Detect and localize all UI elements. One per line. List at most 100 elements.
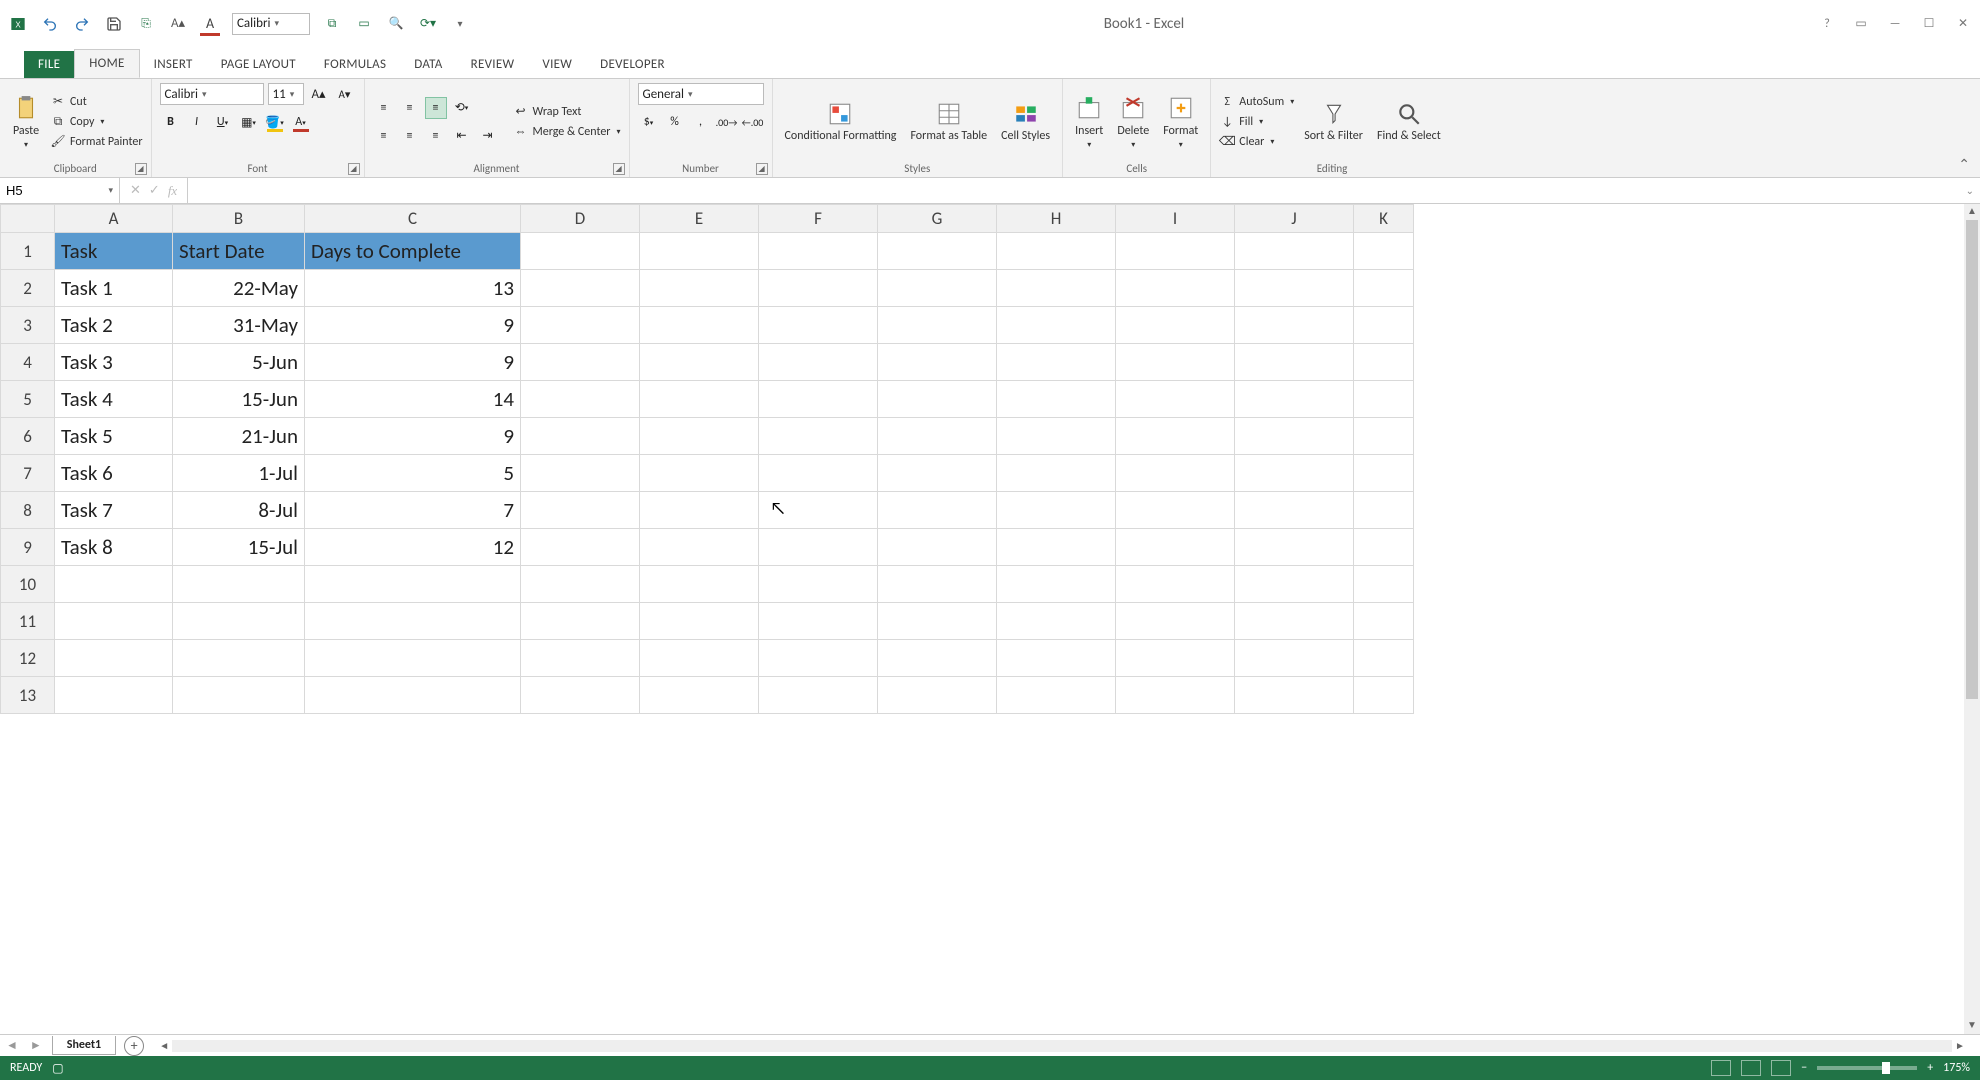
cell-I12[interactable]: [1116, 640, 1235, 677]
cell-D13[interactable]: [521, 677, 640, 714]
cell-G6[interactable]: [878, 418, 997, 455]
cell-I10[interactable]: [1116, 566, 1235, 603]
cell-D12[interactable]: [521, 640, 640, 677]
cell-F9[interactable]: [759, 529, 878, 566]
cell-F11[interactable]: [759, 603, 878, 640]
cell-H12[interactable]: [997, 640, 1116, 677]
maximize-icon[interactable]: ☐: [1920, 15, 1938, 33]
expand-formula-bar-icon[interactable]: ⌄: [1966, 184, 1974, 197]
alignment-dialog-launcher[interactable]: ◢: [613, 163, 625, 175]
row-header-12[interactable]: 12: [1, 640, 55, 677]
col-header-B[interactable]: B: [173, 205, 305, 233]
cell-F7[interactable]: [759, 455, 878, 492]
row-header-5[interactable]: 5: [1, 381, 55, 418]
accounting-format-button[interactable]: $▾: [638, 111, 660, 133]
cell-E1[interactable]: [640, 233, 759, 270]
sort-filter-button[interactable]: Sort & Filter: [1300, 98, 1367, 145]
cell-H1[interactable]: [997, 233, 1116, 270]
cell-K2[interactable]: [1354, 270, 1414, 307]
decrease-decimal-button[interactable]: ←.00: [742, 111, 764, 133]
col-header-K[interactable]: K: [1354, 205, 1414, 233]
percent-format-button[interactable]: %: [664, 111, 686, 133]
sheet-nav-next[interactable]: ►: [24, 1038, 48, 1053]
cell-J11[interactable]: [1235, 603, 1354, 640]
cell-G13[interactable]: [878, 677, 997, 714]
zoom-out-button[interactable]: −: [1801, 1061, 1807, 1075]
page-break-view-button[interactable]: [1771, 1060, 1791, 1076]
close-icon[interactable]: ✕: [1954, 15, 1972, 33]
insert-cells-button[interactable]: Insert▾: [1071, 92, 1107, 152]
cell-J5[interactable]: [1235, 381, 1354, 418]
cell-D5[interactable]: [521, 381, 640, 418]
cell-E6[interactable]: [640, 418, 759, 455]
conditional-formatting-button[interactable]: Conditional Formatting: [781, 98, 901, 145]
cell-E13[interactable]: [640, 677, 759, 714]
cell-J7[interactable]: [1235, 455, 1354, 492]
name-box-dropdown-icon[interactable]: ▾: [108, 185, 113, 196]
cell-A13[interactable]: [55, 677, 173, 714]
tab-view[interactable]: VIEW: [528, 51, 586, 78]
sheet-tab-1[interactable]: Sheet1: [52, 1036, 116, 1055]
font-color-icon[interactable]: A: [200, 14, 220, 34]
row-header-9[interactable]: 9: [1, 529, 55, 566]
underline-button[interactable]: U▾: [212, 111, 234, 133]
border-button[interactable]: ▦▾: [238, 111, 260, 133]
cell-I1[interactable]: [1116, 233, 1235, 270]
cell-J2[interactable]: [1235, 270, 1354, 307]
help-icon[interactable]: ?: [1818, 15, 1836, 33]
cell-E11[interactable]: [640, 603, 759, 640]
cell-E12[interactable]: [640, 640, 759, 677]
col-header-H[interactable]: H: [997, 205, 1116, 233]
cell-B4[interactable]: 5-Jun: [173, 344, 305, 381]
col-header-G[interactable]: G: [878, 205, 997, 233]
font-color-button[interactable]: A▾: [290, 111, 312, 133]
qat-font-combo[interactable]: Calibri▾: [232, 13, 310, 35]
horizontal-scrollbar[interactable]: ◄ ►: [156, 1039, 1968, 1053]
cell-C6[interactable]: 9: [305, 418, 521, 455]
cell-I5[interactable]: [1116, 381, 1235, 418]
align-top-button[interactable]: ≡: [373, 97, 395, 119]
cell-G11[interactable]: [878, 603, 997, 640]
cell-K5[interactable]: [1354, 381, 1414, 418]
cell-J3[interactable]: [1235, 307, 1354, 344]
cell-J13[interactable]: [1235, 677, 1354, 714]
cell-B6[interactable]: 21-Jun: [173, 418, 305, 455]
zoom-slider[interactable]: [1817, 1066, 1917, 1070]
hscroll-right-icon[interactable]: ►: [1952, 1039, 1968, 1052]
cell-C7[interactable]: 5: [305, 455, 521, 492]
shrink-font-button[interactable]: A▾: [334, 83, 356, 105]
qat-icon-1[interactable]: ⎘: [136, 14, 156, 34]
number-format-combo[interactable]: General▾: [638, 83, 764, 105]
cell-A8[interactable]: Task 7: [55, 492, 173, 529]
cell-H5[interactable]: [997, 381, 1116, 418]
cell-B13[interactable]: [173, 677, 305, 714]
formula-input[interactable]: ⌄: [188, 178, 1980, 203]
row-header-13[interactable]: 13: [1, 677, 55, 714]
cell-B3[interactable]: 31-May: [173, 307, 305, 344]
name-box-input[interactable]: [6, 183, 86, 198]
minimize-icon[interactable]: —: [1886, 15, 1904, 33]
decrease-indent-button[interactable]: ⇤: [451, 125, 473, 147]
format-cells-button[interactable]: Format▾: [1159, 92, 1202, 152]
clear-button[interactable]: ⌫Clear▾: [1219, 134, 1294, 150]
cell-E8[interactable]: [640, 492, 759, 529]
row-header-8[interactable]: 8: [1, 492, 55, 529]
clipboard-dialog-launcher[interactable]: ◢: [135, 163, 147, 175]
cell-H8[interactable]: [997, 492, 1116, 529]
row-header-2[interactable]: 2: [1, 270, 55, 307]
macro-record-icon[interactable]: ▢: [52, 1061, 63, 1076]
cell-E5[interactable]: [640, 381, 759, 418]
cell-B1[interactable]: Start Date: [173, 233, 305, 270]
cell-B7[interactable]: 1-Jul: [173, 455, 305, 492]
cell-K11[interactable]: [1354, 603, 1414, 640]
increase-decimal-button[interactable]: .00→: [716, 111, 738, 133]
align-center-button[interactable]: ≡: [399, 125, 421, 147]
tab-file[interactable]: FILE: [24, 51, 74, 78]
cell-G7[interactable]: [878, 455, 997, 492]
cell-A5[interactable]: Task 4: [55, 381, 173, 418]
cell-B2[interactable]: 22-May: [173, 270, 305, 307]
cell-K8[interactable]: [1354, 492, 1414, 529]
row-header-11[interactable]: 11: [1, 603, 55, 640]
wrap-text-button[interactable]: ↩Wrap Text: [513, 104, 621, 120]
scroll-down-icon[interactable]: ▼: [1964, 1018, 1980, 1034]
